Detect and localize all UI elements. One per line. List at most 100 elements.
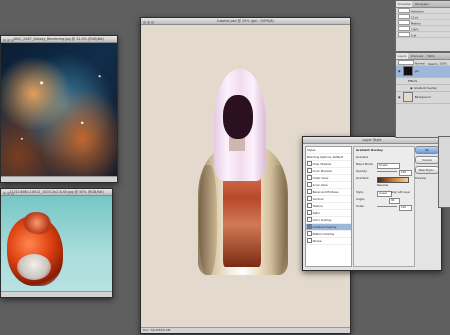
preview-checkbox[interactable]: Preview <box>415 176 439 180</box>
style-item[interactable]: Outer Glow <box>306 175 351 182</box>
nebula-image[interactable] <box>1 43 117 176</box>
style-checkbox[interactable] <box>307 182 312 187</box>
style-item[interactable]: Drop Shadow <box>306 161 351 168</box>
style-checkbox[interactable] <box>307 168 312 173</box>
style-checkbox[interactable] <box>307 161 312 166</box>
ok-button[interactable]: OK <box>415 146 439 154</box>
style-item[interactable]: Color Overlay <box>306 217 351 224</box>
style-item[interactable]: Bevel and Emboss <box>306 189 351 196</box>
tab-paths[interactable]: Paths <box>426 53 436 59</box>
figure-right-arm <box>269 165 287 275</box>
figure-face <box>223 95 253 139</box>
character-panel[interactable]: Character Paragraph Helvetica 12 pt Metr… <box>395 0 450 52</box>
nebula-document-window[interactable]: NGC_2467_Galaxy_Rendering.jpg @ 12.5% (R… <box>0 35 118 183</box>
style-checkbox[interactable] <box>307 175 312 180</box>
style-checkbox[interactable] <box>307 210 312 215</box>
layer-style-dialog[interactable]: Layer Style Styles Blending Options: Def… <box>302 136 442 271</box>
layer-thumbnail <box>402 66 413 76</box>
window-titlebar[interactable]: tutorial.psd @ 25% (girl, CMYK/8) <box>141 18 350 25</box>
tab-character[interactable]: Character <box>396 1 413 7</box>
document-size-info: Doc: 56.2M/56.9M <box>143 328 171 332</box>
baseline-field-box <box>398 32 410 37</box>
dialog-buttons: OK Cancel New Style... Preview <box>415 146 439 180</box>
layers-panel[interactable]: Layers Channels Paths Normal Opacity: 10… <box>395 52 450 138</box>
style-item[interactable]: Gradient Overlay <box>306 224 351 231</box>
window-title: NGC_2467_Galaxy_Rendering.jpg @ 12.5% (R… <box>13 37 105 41</box>
mineral-matrix <box>17 254 51 280</box>
style-checkbox[interactable] <box>307 189 312 194</box>
style-label: Contour <box>312 197 324 202</box>
section-title: Gradient Overlay <box>356 148 383 152</box>
style-checkbox[interactable] <box>307 217 312 222</box>
opacity-row: Opacity: 100 <box>354 168 414 176</box>
style-item[interactable]: Stroke <box>306 238 351 245</box>
window-statusbar <box>1 291 112 297</box>
window-title: 112114080.10012_1003-3x2-6-Sh.jpg @ 50% … <box>9 190 104 194</box>
layers-panel-tabs: Layers Channels Paths <box>396 53 450 60</box>
style-checkbox[interactable] <box>307 224 312 229</box>
style-label: Bevel and Emboss <box>312 190 339 195</box>
swatch-panel-strip[interactable] <box>438 136 450 208</box>
style-label: Stroke <box>312 239 322 244</box>
layer-row[interactable]: ◉ girl <box>396 66 450 78</box>
angle-row: Angle: 90 <box>354 196 414 204</box>
style-checkbox[interactable] <box>307 203 312 208</box>
gradient-row: Gradient: <box>354 175 414 183</box>
dialog-title: Layer Style <box>362 138 382 142</box>
section-subtitle: Gradient <box>356 155 369 159</box>
styles-list[interactable]: Styles Blending Options: Default Drop Sha… <box>305 146 352 267</box>
style-item[interactable]: Satin <box>306 210 351 217</box>
new-style-button[interactable]: New Style... <box>415 166 439 174</box>
reverse-checkbox-label[interactable]: Reverse <box>377 182 388 189</box>
cancel-button[interactable]: Cancel <box>415 156 439 164</box>
gradient-overlay-options: Gradient Overlay Gradient Blend Mode: Sc… <box>353 146 415 267</box>
style-label: Gradient Overlay <box>312 225 337 230</box>
window-titlebar[interactable]: 112114080.10012_1003-3x2-6-Sh.jpg @ 50% … <box>1 189 112 196</box>
kerning-field <box>398 20 410 25</box>
style-label: Satin <box>312 211 320 216</box>
scale-input[interactable]: 100 <box>399 204 412 211</box>
reverse-row: Reverse <box>354 182 414 189</box>
tab-layers[interactable]: Layers <box>396 53 408 59</box>
blend-mode-row: Blend Mode: Screen <box>354 161 414 169</box>
style-item[interactable]: Inner Glow <box>306 182 351 189</box>
style-item[interactable]: Contour <box>306 196 351 203</box>
style-label: Texture <box>312 204 323 209</box>
layer-effects-row[interactable]: Effects <box>396 78 450 85</box>
character-panel-tabs: Character Paragraph <box>396 1 450 8</box>
style-checkbox[interactable] <box>307 231 312 236</box>
scale-slider[interactable] <box>377 206 397 207</box>
layer-row[interactable]: ◉ Background <box>396 92 450 104</box>
mineral-document-window[interactable]: 112114080.10012_1003-3x2-6-Sh.jpg @ 50% … <box>0 188 113 298</box>
style-item[interactable]: Blending Options: Default <box>306 154 351 161</box>
style-checkbox[interactable] <box>307 238 312 243</box>
style-label: Color Overlay <box>312 218 332 223</box>
align-with-layer-checkbox[interactable]: Align with Layer <box>391 189 410 196</box>
style-label: Inner Shadow <box>312 169 332 174</box>
window-title: tutorial.psd @ 25% (girl, CMYK/8) <box>217 19 274 23</box>
style-label: Outer Glow <box>312 176 329 181</box>
baseline-field[interactable]: 0 pt <box>396 32 450 38</box>
figure-left-arm <box>199 165 217 275</box>
layer-effect-item[interactable]: ◉ Gradient Overlay <box>396 85 450 92</box>
style-item[interactable]: Texture <box>306 203 351 210</box>
tab-channels[interactable]: Channels <box>409 53 424 59</box>
eye-icon[interactable]: ◉ <box>410 85 413 91</box>
style-item[interactable]: Pattern Overlay <box>306 231 351 238</box>
tab-paragraph[interactable]: Paragraph <box>414 1 431 7</box>
eye-icon[interactable]: ◉ <box>398 92 401 103</box>
eye-icon[interactable]: ◉ <box>398 66 401 77</box>
scale-field-box <box>398 26 410 31</box>
layer-blend-select[interactable] <box>398 60 414 65</box>
style-checkbox[interactable] <box>307 196 312 201</box>
styles-header[interactable]: Styles <box>306 147 351 154</box>
window-titlebar[interactable]: NGC_2467_Galaxy_Rendering.jpg @ 12.5% (R… <box>1 36 117 43</box>
mineral-image[interactable] <box>1 196 112 291</box>
window-statusbar <box>1 176 117 182</box>
dialog-titlebar[interactable]: Layer Style <box>303 137 441 144</box>
opacity-slider[interactable] <box>377 171 397 172</box>
layer-opacity-input[interactable]: 100% <box>440 62 448 66</box>
style-item[interactable]: Inner Shadow <box>306 168 351 175</box>
style-label: Blending Options: Default <box>307 155 344 159</box>
size-field <box>398 14 410 19</box>
